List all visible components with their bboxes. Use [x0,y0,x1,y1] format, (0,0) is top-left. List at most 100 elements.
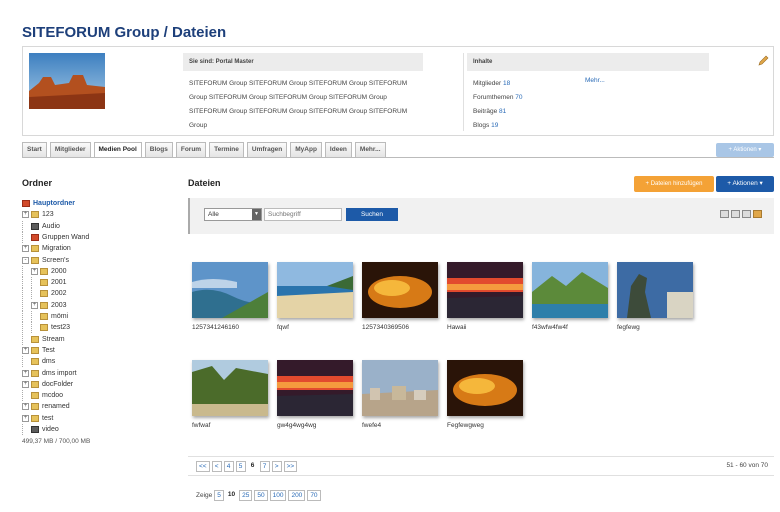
tab-mitglieder[interactable]: Mitglieder [49,142,91,158]
file-name[interactable]: fwfwaf [192,422,210,429]
file-thumbnail[interactable] [362,262,438,318]
folder-item[interactable]: + Test [22,345,55,356]
file-thumbnail[interactable] [362,360,438,416]
folder-item[interactable]: + docFolder [22,379,73,390]
add-files-button[interactable]: + Dateien hinzufügen [634,176,714,192]
folder-item[interactable]: + renamed [22,401,70,412]
tab-myapp[interactable]: MyApp [290,142,322,158]
file-thumbnail[interactable] [192,262,268,318]
file-thumbnail[interactable] [532,262,608,318]
tab-medien-pool[interactable]: Medien Pool [93,142,142,158]
tab-mehr[interactable]: Mehr... [354,142,386,158]
expand-icon[interactable]: + [22,369,29,377]
folder-item[interactable]: mcdoo [22,390,63,402]
folder-item[interactable]: Gruppen Wand [22,231,89,243]
folder-icon [31,414,39,422]
file-name[interactable]: gw4g4wg4wg [277,422,316,429]
collapse-icon[interactable]: - [22,256,29,264]
folder-item[interactable]: dms [22,356,55,368]
expand-icon[interactable]: + [22,414,29,422]
tab-start[interactable]: Start [22,142,47,158]
expand-icon[interactable]: + [22,403,29,411]
folder-item[interactable]: 2001 [22,277,67,289]
folder-label: Migration [42,245,71,253]
grid-view-icon[interactable] [731,210,740,218]
page-link[interactable]: 7 [259,461,270,472]
folder-icon [40,279,48,287]
folder-icon [40,301,48,309]
folder-item[interactable]: + dms import [22,368,77,379]
view-mode-toggles [718,210,762,218]
type-filter-select[interactable]: Alle ▼ [204,208,262,221]
file-thumbnail[interactable] [192,360,268,416]
page-link[interactable]: << [196,461,210,472]
file-name[interactable]: Fegfewgweg [447,422,484,429]
group-header-card: Sie sind: Portal Master SITEFORUM Group … [22,46,774,136]
per-page-option[interactable]: 25 [239,490,253,501]
folder-icon [40,313,48,320]
folder-item[interactable]: Stream [22,333,65,345]
file-thumbnail[interactable] [447,262,523,318]
file-name[interactable]: fqwf [277,324,289,331]
folder-item[interactable]: 2002 [22,288,67,300]
folder-label: 123 [42,211,54,219]
per-page-option[interactable]: 5 [214,490,224,501]
per-page-option[interactable]: 70 [307,490,321,501]
filter-bar: Alle▼ Suchen [188,198,774,234]
page-link[interactable]: 5 [235,461,246,472]
file-name[interactable]: 1257341246160 [192,324,239,331]
folder-item[interactable]: +2003 [22,299,67,311]
per-page-option[interactable]: 10 [226,490,237,501]
folder-item[interactable]: Audio [22,220,60,232]
file-name[interactable]: fegfewg [617,324,640,331]
list-view-icon[interactable] [720,210,729,218]
file-thumbnail[interactable] [617,262,693,318]
folder-icon [31,369,39,377]
tab-umfragen[interactable]: Umfragen [246,142,288,158]
thumbnail-view-icon[interactable] [753,210,762,218]
search-input[interactable] [264,208,342,221]
tab-ideen[interactable]: Ideen [324,142,352,158]
page-link[interactable]: > [271,461,282,472]
file-thumbnail[interactable] [447,360,523,416]
folder-item[interactable]: + test [22,413,53,424]
page-link[interactable]: < [211,461,222,472]
more-link[interactable]: Mehr... [585,77,605,84]
expand-icon[interactable]: + [31,267,38,275]
folder-item[interactable]: test23 [22,322,70,334]
expand-icon[interactable]: + [22,211,29,219]
top-actions-button[interactable]: + Aktionen ▾ [716,143,774,157]
per-page-option[interactable]: 200 [288,490,306,501]
tab-blogs[interactable]: Blogs [144,142,173,158]
tab-termine[interactable]: Termine [209,142,244,158]
per-page-option[interactable]: 50 [254,490,268,501]
expand-icon[interactable]: + [31,301,38,309]
pencil-icon[interactable] [757,55,769,67]
folder-item[interactable]: + Migration [22,243,71,254]
expand-icon[interactable]: + [22,346,29,354]
file-thumbnail[interactable] [277,360,353,416]
detail-view-icon[interactable] [742,210,751,218]
pager: << <4 5 6 7 > >> [196,461,299,472]
expand-icon[interactable]: + [22,245,29,253]
page-link[interactable]: 4 [223,461,234,472]
folder-item[interactable]: video [22,424,59,435]
file-name[interactable]: f43wfw4fw4f [532,324,568,331]
folder-item[interactable]: Hauptordner [22,198,75,209]
location-label: Sie sind: Portal Master [189,59,254,65]
file-name[interactable]: 1257340369506 [362,324,409,331]
file-thumbnail[interactable] [277,262,353,318]
page-link[interactable]: >> [283,461,298,472]
actions-button[interactable]: + Aktionen ▾ [716,176,774,192]
tab-forum[interactable]: Forum [175,142,207,158]
folder-item[interactable]: +123 [22,209,54,220]
search-button[interactable]: Suchen [346,208,398,221]
per-page-option[interactable]: 100 [269,490,287,501]
expand-icon[interactable]: + [22,380,29,388]
folder-icon [31,335,39,343]
folder-item[interactable]: mömi [22,311,68,322]
file-name[interactable]: fwefe4 [362,422,381,429]
folder-item[interactable]: - Screen's [22,255,69,266]
folder-item[interactable]: +2000 [22,265,67,277]
file-name[interactable]: Hawaii [447,324,467,331]
